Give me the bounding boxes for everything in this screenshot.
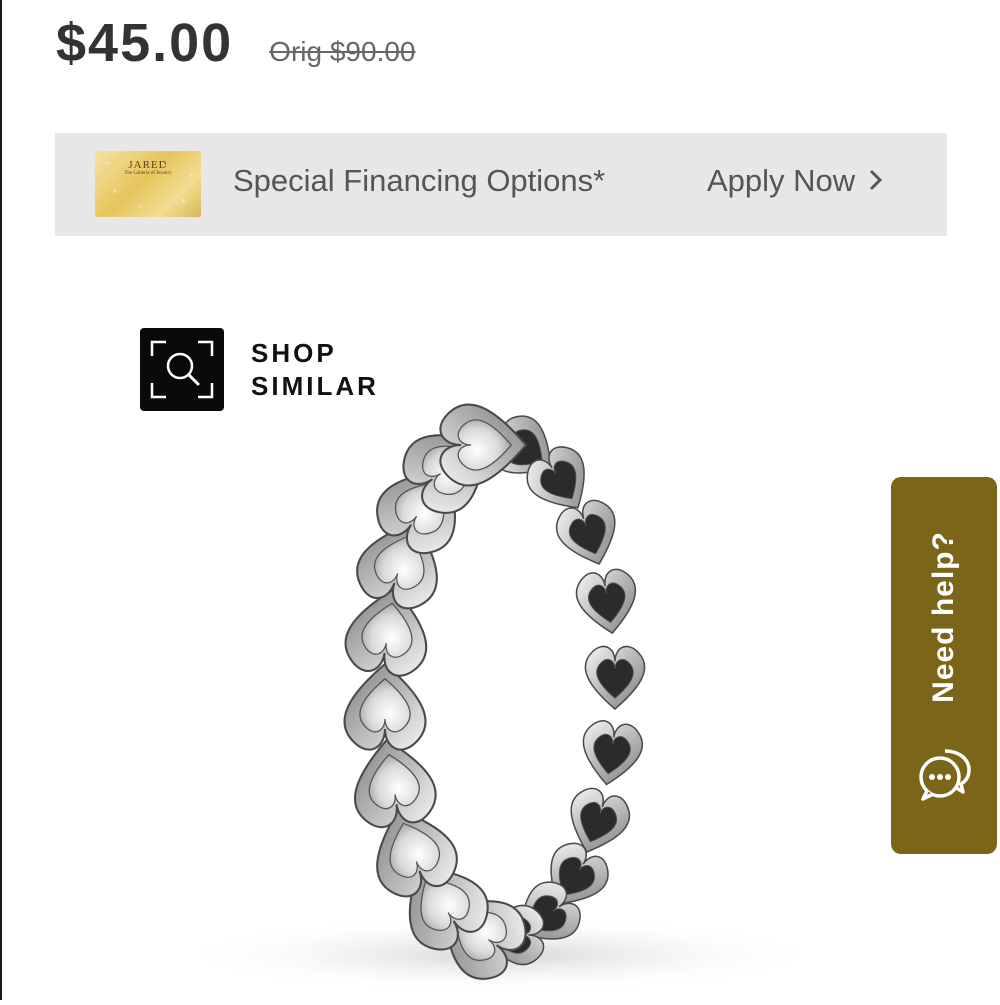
- financing-banner[interactable]: JARED The Galleria of Jewelry Special Fi…: [55, 133, 947, 236]
- financing-text: Special Financing Options*: [233, 163, 606, 198]
- page-edge: [0, 0, 2, 1000]
- product-image: [110, 400, 890, 1000]
- shop-similar-label: SHOP SIMILAR: [251, 337, 379, 401]
- shop-similar-button[interactable]: SHOP SIMILAR: [140, 328, 379, 411]
- ring-heart-link: [555, 499, 616, 565]
- sale-price: $45.00: [56, 13, 234, 73]
- credit-card-image: JARED The Galleria of Jewelry: [95, 151, 201, 217]
- chat-bubbles-icon: [915, 745, 973, 803]
- ring: [343, 403, 646, 980]
- ring-heart-link: [584, 645, 646, 711]
- apply-now-label: Apply Now: [707, 163, 856, 198]
- ring-heart-link: [343, 662, 427, 751]
- ring-heart-link: [575, 568, 637, 635]
- original-price: Orig $90.00: [269, 36, 416, 67]
- need-help-label: Need help?: [927, 531, 960, 703]
- search-scan-icon: [140, 328, 224, 411]
- apply-now-link[interactable]: Apply Now: [707, 163, 883, 199]
- need-help-tab[interactable]: Need help?: [891, 477, 997, 854]
- chevron-right-icon: [869, 163, 883, 199]
- ring-heart-link: [582, 720, 644, 786]
- price-row: $45.00 Orig $90.00: [56, 12, 416, 74]
